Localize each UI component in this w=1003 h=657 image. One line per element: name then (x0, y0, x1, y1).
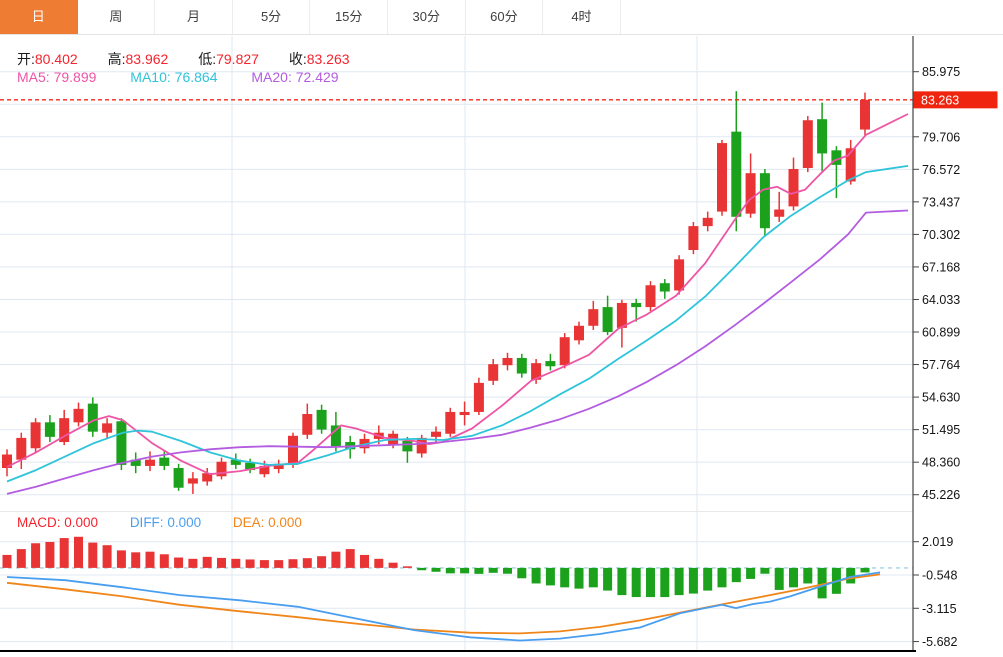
axis-label: 73.437 (922, 195, 960, 209)
tab-5min[interactable]: 5分 (233, 0, 311, 34)
axis-label: -5.682 (922, 635, 957, 649)
ma5-readout: MA5: 79.899 (17, 69, 96, 85)
axis-label: 70.302 (922, 228, 960, 242)
tab-day[interactable]: 日 (0, 0, 78, 34)
timeframe-tabbar: 日 周 月 5分 15分 30分 60分 4时 (0, 0, 1003, 35)
tab-60min[interactable]: 60分 (466, 0, 544, 34)
axis-label: 51.495 (922, 423, 960, 437)
ma-legend: MA5: 79.899 MA10: 76.864 MA20: 72.429 (17, 69, 369, 85)
axis-label: -0.548 (922, 568, 957, 582)
macd-legend: MACD: 0.000 DIFF: 0.000 DEA: 0.000 (17, 515, 330, 530)
open-readout: 开:80.402 (17, 51, 78, 67)
axis-label: 48.360 (922, 456, 960, 470)
close-readout: 收:83.263 (289, 51, 350, 67)
axis-label: 45.226 (922, 488, 960, 502)
tab-month[interactable]: 月 (155, 0, 233, 34)
low-readout: 低:79.827 (198, 51, 259, 67)
high-readout: 高:83.962 (108, 51, 169, 67)
axis-label: 2.019 (922, 535, 953, 549)
axis-label: 79.706 (922, 130, 960, 144)
axis-label: 60.899 (922, 326, 960, 340)
diff-readout: DIFF: 0.000 (130, 515, 201, 530)
tab-30min[interactable]: 30分 (388, 0, 466, 34)
axis-label: 54.630 (922, 391, 960, 405)
axis-label: 85.975 (922, 65, 960, 79)
macd-readout: MACD: 0.000 (17, 515, 98, 530)
ma10-readout: MA10: 76.864 (130, 69, 217, 85)
axis-label: 76.572 (922, 163, 960, 177)
price-badge-label: 83.263 (921, 93, 959, 107)
axis-label: 57.764 (922, 358, 960, 372)
current-price-badge: 83.263 (914, 91, 998, 108)
macd-plot-area[interactable] (0, 512, 913, 651)
kline-chart-app: 85.975 79.706 76.572 73.437 70.302 67.168 64.0… (0, 0, 1003, 657)
ma20-readout: MA20: 72.429 (251, 69, 338, 85)
tab-week[interactable]: 周 (78, 0, 156, 34)
dea-readout: DEA: 0.000 (233, 515, 302, 530)
ohlc-legend: 开:80.402 高:83.962 低:79.827 收:83.263 (17, 49, 376, 69)
axis-label: 64.033 (922, 293, 960, 307)
chart-canvas[interactable]: 85.975 79.706 76.572 73.437 70.302 67.168 64.0… (0, 0, 1003, 657)
tab-4hour[interactable]: 4时 (543, 0, 621, 34)
axis-label: -3.115 (922, 602, 957, 616)
tab-15min[interactable]: 15分 (310, 0, 388, 34)
main-chart-plot-area[interactable] (0, 36, 913, 511)
axis-label: 67.168 (922, 260, 960, 274)
